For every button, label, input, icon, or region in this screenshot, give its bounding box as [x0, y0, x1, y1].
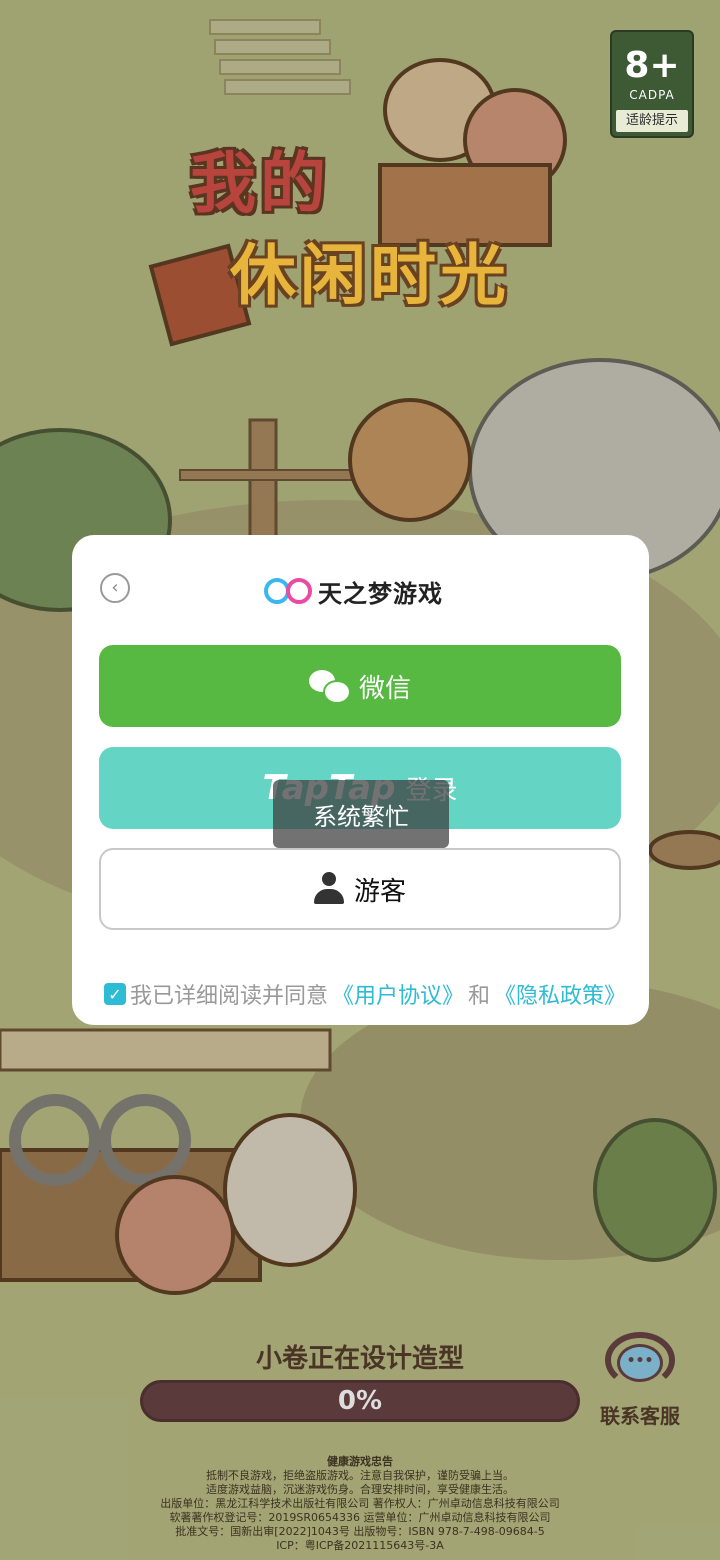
footer-line: 软著著作权登记号：2019SR0654336 运营单位：广州卓动信息科技有限公司	[169, 1511, 551, 1524]
footer-line: 批准文号：国新出审[2022]1043号 出版物号：ISBN 978-7-498…	[175, 1525, 545, 1538]
brand-header: 天之梦游戏	[264, 573, 443, 609]
privacy-policy-link[interactable]: 《隐私政策》	[494, 978, 626, 1010]
loading-progress-label: 0%	[337, 1386, 383, 1416]
health-advisory-footer: 健康游戏忠告 抵制不良游戏，拒绝盗版游戏。注意自我保护，谨防受骗上当。 适度游戏…	[0, 1455, 720, 1553]
person-icon	[313, 872, 344, 906]
footer-line: 抵制不良游戏，拒绝盗版游戏。注意自我保护，谨防受骗上当。	[206, 1469, 514, 1482]
guest-login-label: 游客	[353, 876, 406, 907]
user-agreement-link[interactable]: 《用户协议》	[332, 978, 464, 1010]
wechat-login-label: 微信	[358, 673, 411, 704]
customer-service-button[interactable]: ••• 联系客服	[592, 1330, 688, 1429]
login-dialog: ‹ 天之梦游戏 微信 TapTap 登录 系统繁忙 游客 ✓ 我已详细阅读并同意…	[72, 535, 649, 1025]
headset-chat-icon: •••	[605, 1330, 675, 1394]
customer-service-label: 联系客服	[600, 1404, 680, 1428]
loading-progress-bar: 0%	[140, 1380, 580, 1422]
agreement-text: 我已详细阅读并同意	[130, 984, 329, 1009]
agreement-and: 和	[468, 984, 491, 1009]
back-button[interactable]: ‹	[100, 573, 130, 603]
agreement-row: ✓ 我已详细阅读并同意 《用户协议》 和 《隐私政策》	[104, 978, 626, 1010]
brand-name: 天之梦游戏	[318, 579, 443, 608]
brand-logo-icon	[264, 578, 312, 604]
wechat-login-button[interactable]: 微信	[99, 645, 621, 727]
game-logo-line1: 我的	[190, 145, 330, 222]
agreement-checkbox[interactable]: ✓	[104, 983, 126, 1005]
footer-line: 出版单位：黑龙江科学技术出版社有限公司 著作权人：广州卓动信息科技有限公司	[160, 1497, 560, 1510]
footer-heading: 健康游戏忠告	[327, 1455, 393, 1468]
age-rating-label: 适龄提示	[616, 110, 688, 132]
chevron-left-icon: ‹	[111, 577, 119, 598]
wechat-icon	[308, 670, 351, 704]
game-logo-line2: 休闲时光	[230, 237, 510, 314]
guest-login-button[interactable]: 游客	[99, 848, 621, 930]
footer-line: 适度游戏益脑，沉迷游戏伤身。合理安排时间，享受健康生活。	[206, 1483, 514, 1496]
system-busy-toast: 系统繁忙	[273, 780, 449, 848]
age-rating-badge: 8+ CADPA 适龄提示	[610, 30, 694, 138]
footer-line: ICP：粤ICP备2021115643号-3A	[276, 1539, 444, 1552]
age-rating-org: CADPA	[629, 88, 675, 102]
age-rating-number: 8+	[624, 45, 680, 86]
